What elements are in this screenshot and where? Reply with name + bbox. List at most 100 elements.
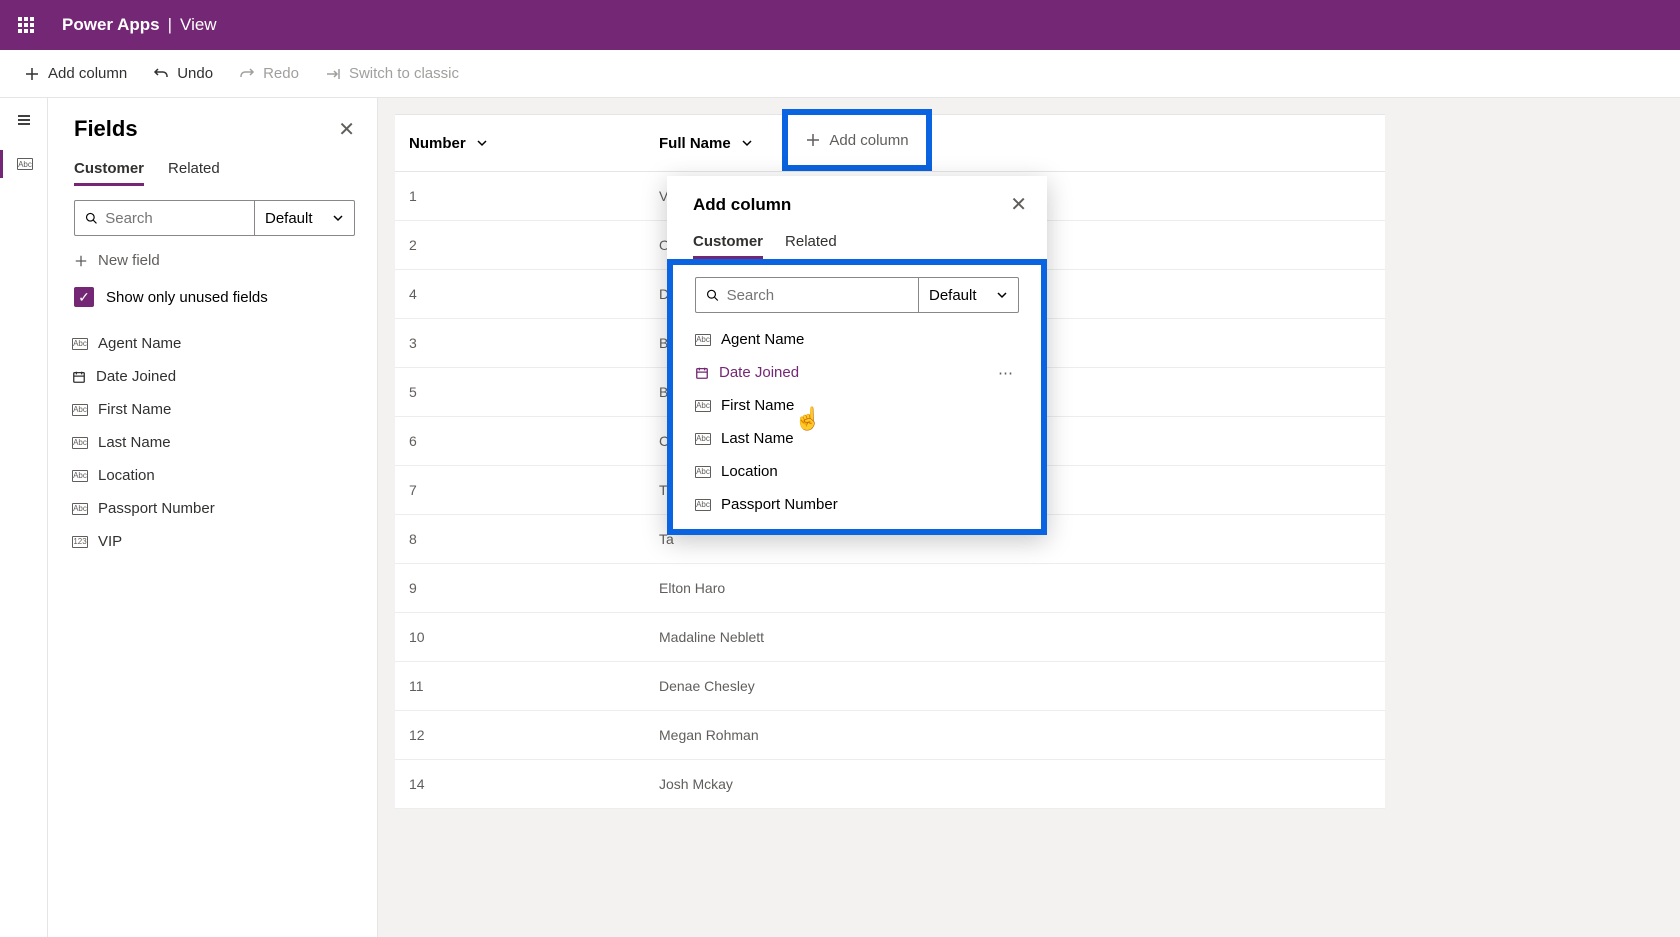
field-item[interactable]: AbcAgent Name: [56, 327, 369, 360]
text-field-icon: Abc: [695, 499, 711, 511]
plus-icon: [24, 66, 40, 82]
text-field-icon: Abc: [72, 338, 88, 350]
fields-search-input[interactable]: [105, 210, 244, 227]
popup-field-item[interactable]: Abc Agent Name: [681, 323, 1033, 356]
cell-number: 14: [395, 776, 645, 792]
calendar-icon: [72, 370, 86, 384]
table-row[interactable]: 9Elton Haro: [395, 564, 1385, 613]
show-unused-row[interactable]: ✓ Show only unused fields: [48, 279, 377, 321]
cell-name: Megan Rohman: [645, 727, 780, 743]
text-field-icon: Abc: [72, 404, 88, 416]
popup-title: Add column: [693, 195, 791, 215]
undo-cmd[interactable]: Undo: [153, 65, 213, 82]
calendar-icon: [695, 366, 709, 380]
popup-search-input[interactable]: [727, 287, 908, 304]
search-icon: [706, 288, 719, 302]
left-rail: Abc: [0, 98, 48, 937]
popup-item-label: Passport Number: [721, 496, 838, 513]
popup-field-item[interactable]: Abc Location: [681, 455, 1033, 488]
text-field-icon: Abc: [17, 158, 33, 170]
add-column-header-button[interactable]: Add column: [782, 109, 932, 171]
filter-label: Default: [265, 210, 313, 227]
column-header-fullname[interactable]: Full Name: [645, 135, 780, 152]
popup-highlighted-area: Default Abc Agent Name Date Joined⋯AbcFirs…: [667, 259, 1047, 535]
popup-item-label: Location: [721, 463, 778, 480]
cell-number: 12: [395, 727, 645, 743]
new-field-label: New field: [98, 252, 160, 269]
text-field-icon: Abc: [695, 466, 711, 478]
switch-classic-cmd[interactable]: Switch to classic: [325, 65, 459, 82]
cell-number: 1: [395, 188, 645, 204]
close-icon[interactable]: ✕: [1010, 192, 1027, 217]
app-divider: |: [168, 15, 172, 35]
popup-field-item[interactable]: Date Joined⋯: [681, 356, 1033, 389]
rail-item-fields[interactable]: Abc: [0, 150, 47, 178]
field-item[interactable]: 123 VIP: [56, 525, 369, 558]
more-icon[interactable]: ⋯: [998, 364, 1015, 382]
command-bar: Add column Undo Redo Switch to classic: [0, 50, 1680, 98]
new-field-button[interactable]: New field: [48, 236, 377, 279]
field-item[interactable]: Abc Passport Number: [56, 492, 369, 525]
undo-label: Undo: [177, 65, 213, 82]
app-name: Power Apps: [62, 15, 160, 35]
popup-filter-select[interactable]: Default: [918, 278, 1018, 312]
view-name: View: [180, 15, 217, 35]
table-row[interactable]: 10Madaline Neblett: [395, 613, 1385, 662]
field-list: AbcAgent NameDate JoinedAbcFirst NameAbc…: [48, 321, 377, 564]
popup-field-item[interactable]: AbcFirst Name: [681, 389, 1033, 422]
fields-filter-select[interactable]: Default: [254, 201, 354, 235]
text-field-icon: Abc: [695, 334, 711, 346]
field-item[interactable]: AbcLast Name: [56, 426, 369, 459]
cell-number: 3: [395, 335, 645, 351]
popup-tab-customer[interactable]: Customer: [693, 233, 763, 259]
popup-tab-related[interactable]: Related: [785, 233, 837, 259]
field-item-label: Passport Number: [98, 500, 215, 517]
text-field-icon: Abc: [72, 470, 88, 482]
cell-name: Madaline Neblett: [645, 629, 780, 645]
field-item-label: VIP: [98, 533, 122, 550]
popup-search-row: Default: [695, 277, 1019, 313]
fields-title: Fields: [74, 116, 138, 142]
field-item-label: Date Joined: [96, 368, 176, 385]
table-row[interactable]: 12Megan Rohman: [395, 711, 1385, 760]
redo-label: Redo: [263, 65, 299, 82]
column-header-number[interactable]: Number: [395, 135, 645, 152]
cell-name: Josh Mckay: [645, 776, 780, 792]
popup-field-item[interactable]: Abc Passport Number: [681, 488, 1033, 521]
hamburger-icon[interactable]: [16, 112, 32, 128]
cell-number: 5: [395, 384, 645, 400]
field-item-label: First Name: [98, 401, 171, 418]
chevron-down-icon: [741, 137, 753, 149]
column-fullname-label: Full Name: [659, 135, 731, 152]
cell-number: 2: [395, 237, 645, 253]
checkbox-icon[interactable]: ✓: [74, 287, 94, 307]
table-row[interactable]: 11Denae Chesley: [395, 662, 1385, 711]
add-column-label: Add column: [48, 65, 127, 82]
tab-customer[interactable]: Customer: [74, 160, 144, 186]
tab-related[interactable]: Related: [168, 160, 220, 186]
cell-number: 4: [395, 286, 645, 302]
search-icon: [85, 211, 97, 225]
popup-item-label: Agent Name: [721, 331, 804, 348]
table-row[interactable]: 14Josh Mckay: [395, 760, 1385, 809]
field-item[interactable]: Abc First Name: [56, 393, 369, 426]
number-field-icon: 123: [72, 536, 88, 548]
add-column-popup: Add column ✕ Customer Related Default Ab…: [667, 176, 1047, 535]
close-icon[interactable]: ✕: [338, 117, 355, 142]
chevron-down-icon: [996, 289, 1008, 301]
show-unused-label: Show only unused fields: [106, 289, 268, 306]
text-field-icon: Abc: [695, 433, 711, 445]
add-column-cmd[interactable]: Add column: [24, 65, 127, 82]
field-item[interactable]: Date Joined: [56, 360, 369, 393]
redo-icon: [239, 66, 255, 82]
cell-number: 10: [395, 629, 645, 645]
text-field-icon: Abc: [72, 503, 88, 515]
popup-field-item[interactable]: Abc Last Name: [681, 422, 1033, 455]
redo-cmd[interactable]: Redo: [239, 65, 299, 82]
add-column-btn-label: Add column: [829, 132, 908, 149]
field-item[interactable]: AbcLocation: [56, 459, 369, 492]
field-item-label: Last Name: [98, 434, 171, 451]
waffle-icon[interactable]: [18, 17, 34, 33]
popup-item-label: Last Name: [721, 430, 794, 447]
popup-field-list: AbcAgent NameDate Joined⋯AbcFirst NameAb…: [673, 323, 1041, 521]
